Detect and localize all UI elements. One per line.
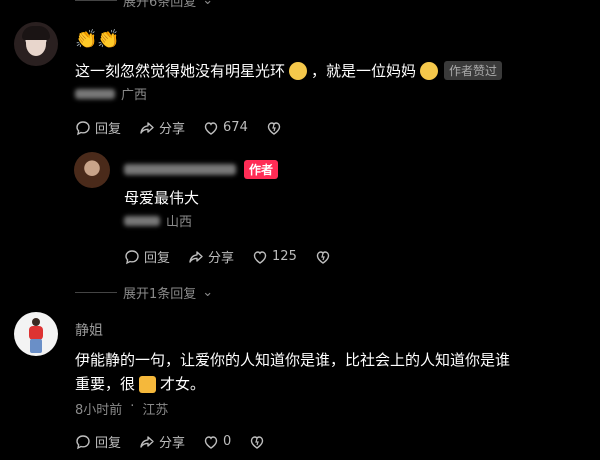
comment-meta: 8小时前 · 江苏: [75, 399, 168, 418]
comment-meta: 广西: [75, 84, 147, 103]
comment-text: 伊能静的一句，让爱你的人知道你是谁，比社会上的人知道你是谁 重要，很 才女。: [75, 348, 595, 396]
like-button[interactable]: 0: [203, 434, 231, 450]
like-count: 674: [223, 120, 248, 135]
reply-button[interactable]: 回复: [75, 118, 121, 137]
reply-meta: 山西: [124, 211, 192, 230]
like-button[interactable]: 674: [203, 120, 248, 136]
author-liked-badge: 作者赞过: [444, 61, 503, 80]
location: 广西: [121, 88, 148, 103]
dislike-icon: [251, 435, 264, 449]
dislike-icon: [316, 250, 330, 264]
crying-face-icon: [420, 61, 439, 80]
share-button[interactable]: 分享: [139, 432, 185, 451]
share-label: 分享: [159, 436, 186, 451]
comment-text-line1: 伊能静的一句，让爱你的人知道你是谁，比社会上的人知道你是谁: [75, 351, 511, 369]
expand-label: 展开6条回复: [123, 0, 197, 10]
reply-actions: 回复 分享 125: [124, 247, 349, 266]
author-badge: 作者: [244, 160, 279, 179]
thumbs-up-icon: [139, 375, 157, 393]
expand-replies[interactable]: 展开1条回复 ⌄: [75, 283, 213, 302]
crying-face-icon: [289, 61, 308, 80]
location: 江苏: [142, 403, 169, 418]
avatar[interactable]: [14, 312, 58, 356]
share-label: 分享: [208, 251, 235, 266]
blurred-time: [75, 88, 115, 99]
reply-label: 回复: [95, 436, 122, 451]
dislike-button[interactable]: [266, 120, 282, 136]
dislike-button[interactable]: [249, 434, 265, 450]
reaction-emoji: 👏👏: [75, 29, 120, 50]
comment-icon: [76, 434, 90, 449]
comment-text-line2: 重要，很 才女。: [75, 372, 595, 396]
share-icon: [140, 121, 154, 134]
dislike-button[interactable]: [315, 249, 331, 265]
comment-text-part1: 这一刻忽然觉得她没有明星光环: [75, 62, 286, 80]
reply-text: 母爱最伟大: [124, 189, 200, 207]
like-count: 125: [272, 249, 297, 264]
like-count: 0: [223, 434, 232, 449]
expand-label: 展开1条回复: [123, 287, 197, 302]
meta-separator: ·: [130, 399, 135, 414]
expand-divider: [75, 0, 117, 1]
reply-button[interactable]: 回复: [75, 432, 121, 451]
share-label: 分享: [159, 122, 186, 137]
comment-text: 这一刻忽然觉得她没有明星光环 ，就是一位妈妈 作者赞过: [75, 60, 503, 81]
share-button[interactable]: 分享: [188, 247, 234, 266]
share-icon: [140, 435, 154, 448]
chevron-down-icon: ⌄: [202, 0, 214, 8]
reply-label: 回复: [144, 251, 171, 266]
comment-icon: [125, 249, 139, 264]
time: 8小时前: [75, 403, 123, 418]
comment-icon: [76, 120, 90, 135]
expand-divider: [75, 292, 117, 293]
expand-replies-top[interactable]: 展开6条回复 ⌄: [75, 0, 213, 10]
blurred-time: [124, 215, 160, 226]
like-button[interactable]: 125: [252, 249, 297, 265]
share-button[interactable]: 分享: [139, 118, 185, 137]
comment-actions: 回复 分享 0: [75, 432, 283, 451]
heart-icon: [204, 435, 218, 449]
comment-username[interactable]: 静姐: [75, 320, 103, 340]
dislike-icon: [267, 121, 281, 135]
reply-label: 回复: [95, 122, 122, 137]
avatar[interactable]: [14, 22, 58, 66]
comment-actions: 回复 分享 674: [75, 118, 300, 137]
reply-button[interactable]: 回复: [124, 247, 170, 266]
heart-icon: [253, 250, 267, 264]
blurred-username: [124, 164, 236, 175]
chevron-down-icon: ⌄: [202, 285, 214, 300]
location: 山西: [166, 215, 193, 230]
share-icon: [189, 250, 203, 263]
comment-text-part1: 重要，很: [75, 375, 136, 393]
comment-text-part2: 才女。: [160, 375, 206, 393]
reply-header: 作者: [124, 160, 279, 179]
avatar[interactable]: [74, 152, 110, 188]
heart-icon: [204, 121, 218, 135]
comment-text-part2: ，就是一位妈妈: [311, 62, 417, 80]
